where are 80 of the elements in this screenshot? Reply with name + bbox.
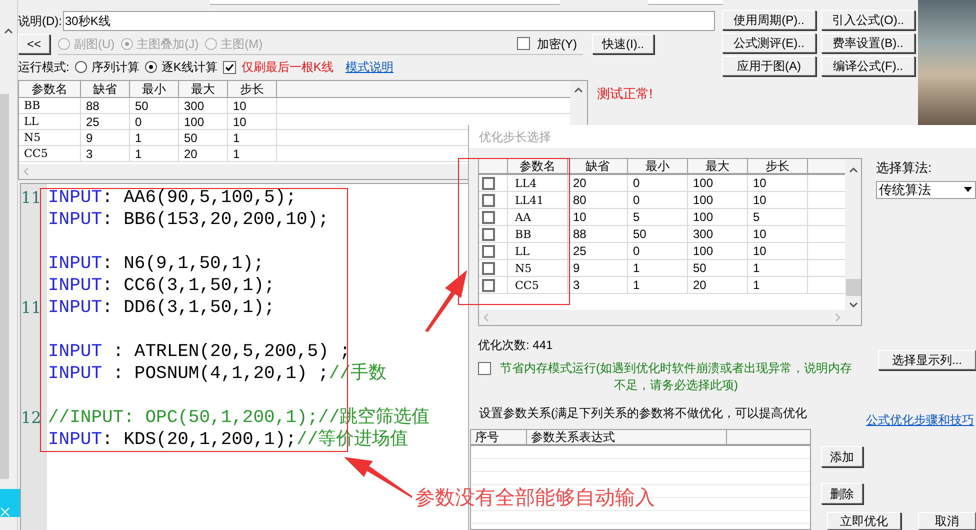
table-cell: 10 bbox=[228, 114, 277, 129]
dialog-title: 优化步长选择 bbox=[479, 128, 551, 146]
table-cell: 25 bbox=[568, 243, 628, 259]
run-mode-label: 运行模式: bbox=[18, 59, 70, 76]
table-cell: 100 bbox=[179, 114, 228, 129]
radio-label: 副图(U) bbox=[74, 36, 115, 52]
optimize-count: 优化次数: 441 bbox=[478, 337, 554, 354]
table-cell: 0 bbox=[628, 175, 688, 191]
table-cell: 0 bbox=[130, 114, 179, 129]
table-cell: LL4 bbox=[508, 175, 568, 191]
table-cell: 9 bbox=[81, 130, 130, 145]
table-cell: 3 bbox=[568, 277, 628, 293]
table-cell: AA bbox=[508, 209, 568, 225]
table-cell: 1 bbox=[228, 146, 277, 161]
table-cell: 20 bbox=[688, 277, 748, 293]
table-cell: 0 bbox=[628, 243, 688, 259]
table-cell: 50 bbox=[179, 130, 228, 145]
table-cell: 50 bbox=[130, 98, 179, 113]
table-cell: 88 bbox=[81, 98, 130, 113]
table-cell: 300 bbox=[688, 226, 748, 242]
line-number: 11 bbox=[21, 188, 42, 207]
table-cell: CC5 bbox=[508, 277, 568, 293]
table-cell: N5 bbox=[508, 260, 568, 276]
table-cell: 80 bbox=[568, 192, 628, 208]
radio-label: 主图(M) bbox=[220, 36, 263, 52]
table-cell: BB bbox=[508, 226, 568, 242]
table-cell: 10 bbox=[748, 243, 808, 259]
code-line: INPUT : ATRLEN(20,5,200,5) ; bbox=[48, 342, 350, 362]
table-cell: 100 bbox=[688, 209, 748, 225]
table-cell: 1 bbox=[748, 260, 808, 276]
checkbox-label: 加密(Y) bbox=[537, 36, 577, 52]
relation-label: 设置参数关系(满足下列关系的参数将不做优化，可以提高优化 bbox=[479, 405, 808, 422]
table-cell: 5 bbox=[628, 209, 688, 225]
table-cell: 20 bbox=[179, 146, 228, 161]
table-cell: 50 bbox=[688, 260, 748, 276]
table-cell: 300 bbox=[179, 98, 228, 113]
table-cell: 20 bbox=[568, 175, 628, 191]
table-cell: 100 bbox=[688, 192, 748, 208]
table-cell: 10 bbox=[228, 98, 277, 113]
line-number: 12 bbox=[21, 408, 42, 427]
table-cell: 88 bbox=[568, 226, 628, 242]
table-cell: N5 bbox=[19, 130, 81, 145]
table-cell: 1 bbox=[748, 277, 808, 293]
radio-label: 主图叠加(J) bbox=[136, 36, 199, 52]
line-number: 11 bbox=[21, 298, 42, 317]
table-cell: 1 bbox=[130, 130, 179, 145]
table-cell: 50 bbox=[628, 226, 688, 242]
code-line: INPUT: DD6(3,1,50,1); bbox=[48, 298, 275, 318]
test-status: 测试正常! bbox=[597, 85, 653, 100]
table-cell: 10 bbox=[568, 209, 628, 225]
code-line: INPUT: AA6(90,5,100,5); bbox=[48, 188, 296, 208]
table-cell: BB bbox=[19, 98, 81, 113]
radio-label: 逐K线计算 bbox=[161, 59, 218, 76]
table-cell: 0 bbox=[628, 192, 688, 208]
table-cell: 1 bbox=[628, 260, 688, 276]
table-cell: 1 bbox=[130, 146, 179, 161]
code-line: INPUT: CC6(3,1,50,1); bbox=[48, 276, 275, 296]
code-line: INPUT: BB6(153,20,200,10); bbox=[48, 210, 329, 230]
code-line: INPUT: N6(9,1,50,1); bbox=[48, 254, 264, 274]
table-cell: 25 bbox=[81, 114, 130, 129]
algorithm-label: 选择算法: bbox=[876, 159, 933, 177]
table-cell: 100 bbox=[688, 175, 748, 191]
table-cell: 1 bbox=[628, 277, 688, 293]
table-cell: 10 bbox=[748, 175, 808, 191]
radio-label: 序列计算 bbox=[91, 59, 140, 76]
table-cell: 10 bbox=[748, 226, 808, 242]
table-cell: CC5 bbox=[19, 146, 81, 161]
checkbox-label: 节省内存模式运行(如遇到优化时软件崩溃或者出现异常，说明内存不足，请务必选择此项) bbox=[499, 360, 853, 394]
checkbox-label: 仅刷最后一根K线 bbox=[241, 59, 334, 76]
field-label: 说明(D): bbox=[18, 13, 62, 30]
table-cell: 100 bbox=[688, 243, 748, 259]
table-cell: 1 bbox=[228, 130, 277, 145]
table-cell: 5 bbox=[748, 209, 808, 225]
table-cell: LL bbox=[19, 114, 81, 129]
table-cell: 3 bbox=[81, 146, 130, 161]
table-cell: 9 bbox=[568, 260, 628, 276]
annotation-text: 参数没有全部能够自动输入 bbox=[415, 484, 655, 511]
table-cell: LL bbox=[508, 243, 568, 259]
table-cell: LL41 bbox=[508, 192, 568, 208]
table-cell: 10 bbox=[748, 192, 808, 208]
